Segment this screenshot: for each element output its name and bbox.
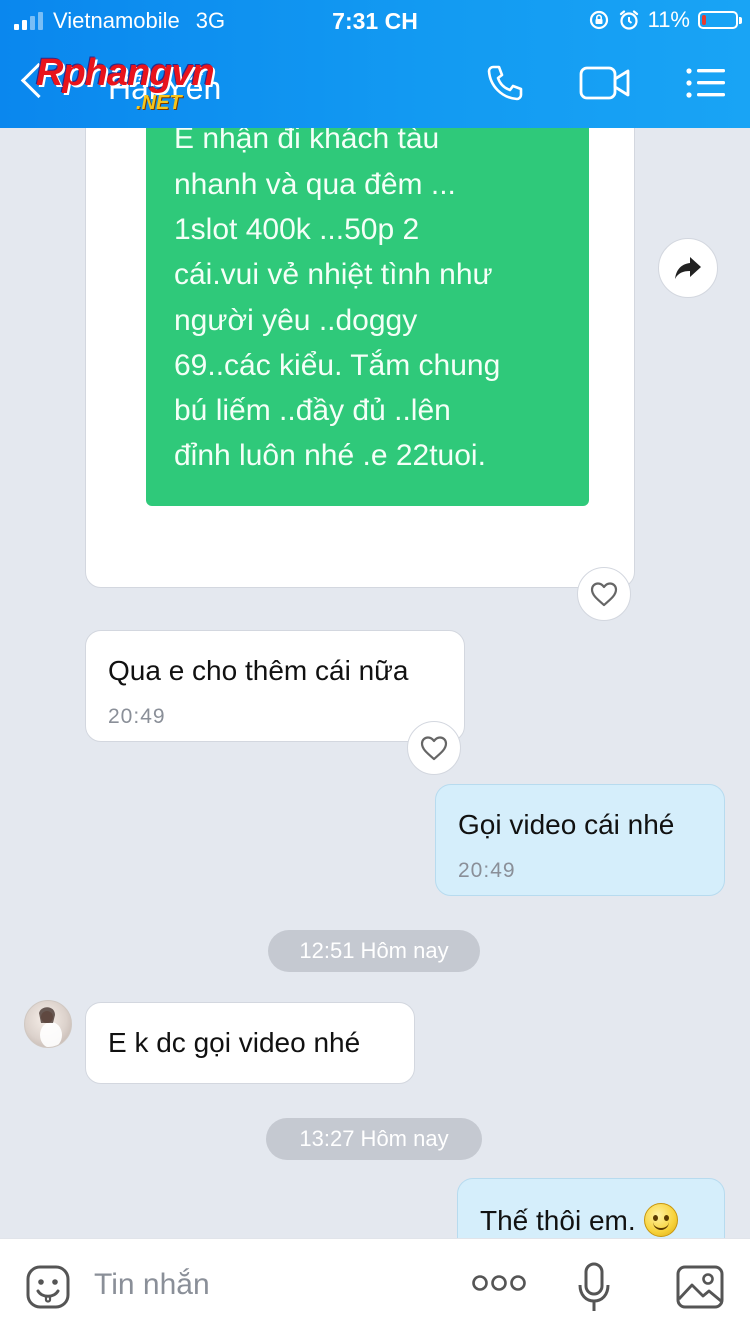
more-icon[interactable] (471, 1272, 527, 1294)
image-text-line: người yêu ..doggy (174, 304, 418, 337)
message-text: Thế thôi em. (480, 1205, 636, 1236)
image-text-line: nhanh và qua đêm ... (174, 168, 456, 201)
like-button[interactable] (577, 567, 631, 621)
image-text-line: cái.vui vẻ nhiệt tình như (174, 258, 493, 291)
menu-icon[interactable] (684, 62, 728, 104)
incoming-message[interactable]: E k dc gọi video nhé (85, 1002, 415, 1084)
image-text-line: đỉnh luôn nhé .e 22tuoi. (174, 439, 486, 472)
date-divider: 12:51 Hôm nay (268, 930, 480, 972)
message-image[interactable]: E nhận đi khách tàu nhanh và qua đêm ...… (146, 128, 589, 506)
phone-icon[interactable] (484, 62, 526, 104)
gallery-icon[interactable] (675, 1263, 725, 1311)
contact-avatar[interactable] (24, 1000, 72, 1048)
message-text: Qua e cho thêm cái nữa (108, 655, 409, 686)
image-text-line: E nhận đi khách tàu (174, 128, 440, 155)
rotation-lock-icon (589, 10, 608, 30)
image-text-line: 69..các kiểu. Tắm chung (174, 349, 501, 382)
chat-thread[interactable]: E nhận đi khách tàu nhanh và qua đêm ...… (0, 128, 750, 1238)
message-time: 20:49 (458, 859, 516, 882)
message-text: Gọi video cái nhé (458, 809, 675, 840)
message-time: 20:49 (108, 705, 166, 728)
message-input-bar: Tin nhắn (0, 1238, 750, 1335)
chat-navbar: Hải Yến Rphangvn .NET (0, 40, 750, 128)
image-text-line: bú liếm ..đầy đủ ..lên (174, 394, 451, 427)
sticker-icon[interactable] (24, 1263, 72, 1311)
share-button[interactable] (658, 238, 718, 298)
message-text: E k dc gọi video nhé (108, 1027, 361, 1058)
status-bar: Vietnamobile 3G 7:31 CH 11% (0, 0, 750, 40)
incoming-message[interactable]: Qua e cho thêm cái nữa 20:49 (85, 630, 465, 742)
watermark-logo: Rphangvn .NET (36, 52, 215, 114)
app-header: Vietnamobile 3G 7:31 CH 11% Hải Yến Rpha… (0, 0, 750, 128)
like-button[interactable] (407, 721, 461, 775)
video-call-icon[interactable] (578, 62, 632, 104)
status-right: 11% (588, 7, 742, 33)
battery-icon (698, 11, 742, 29)
battery-percent: 11% (647, 7, 690, 32)
share-arrow-icon (675, 257, 701, 279)
outgoing-message[interactable]: Gọi video cái nhé 20:49 (435, 784, 725, 896)
heart-icon (590, 582, 618, 607)
heart-icon (420, 736, 448, 761)
outgoing-message[interactable]: Thế thôi em. (457, 1178, 725, 1238)
date-divider: 13:27 Hôm nay (266, 1118, 482, 1160)
alarm-icon (619, 10, 638, 30)
microphone-icon[interactable] (574, 1261, 614, 1315)
smile-emoji-icon (643, 1203, 678, 1237)
message-content: Thế thôi em. (480, 1203, 678, 1237)
image-text-line: 1slot 400k ...50p 2 (174, 213, 420, 246)
message-input[interactable]: Tin nhắn (94, 1268, 210, 1302)
avatar-image (39, 1007, 62, 1047)
